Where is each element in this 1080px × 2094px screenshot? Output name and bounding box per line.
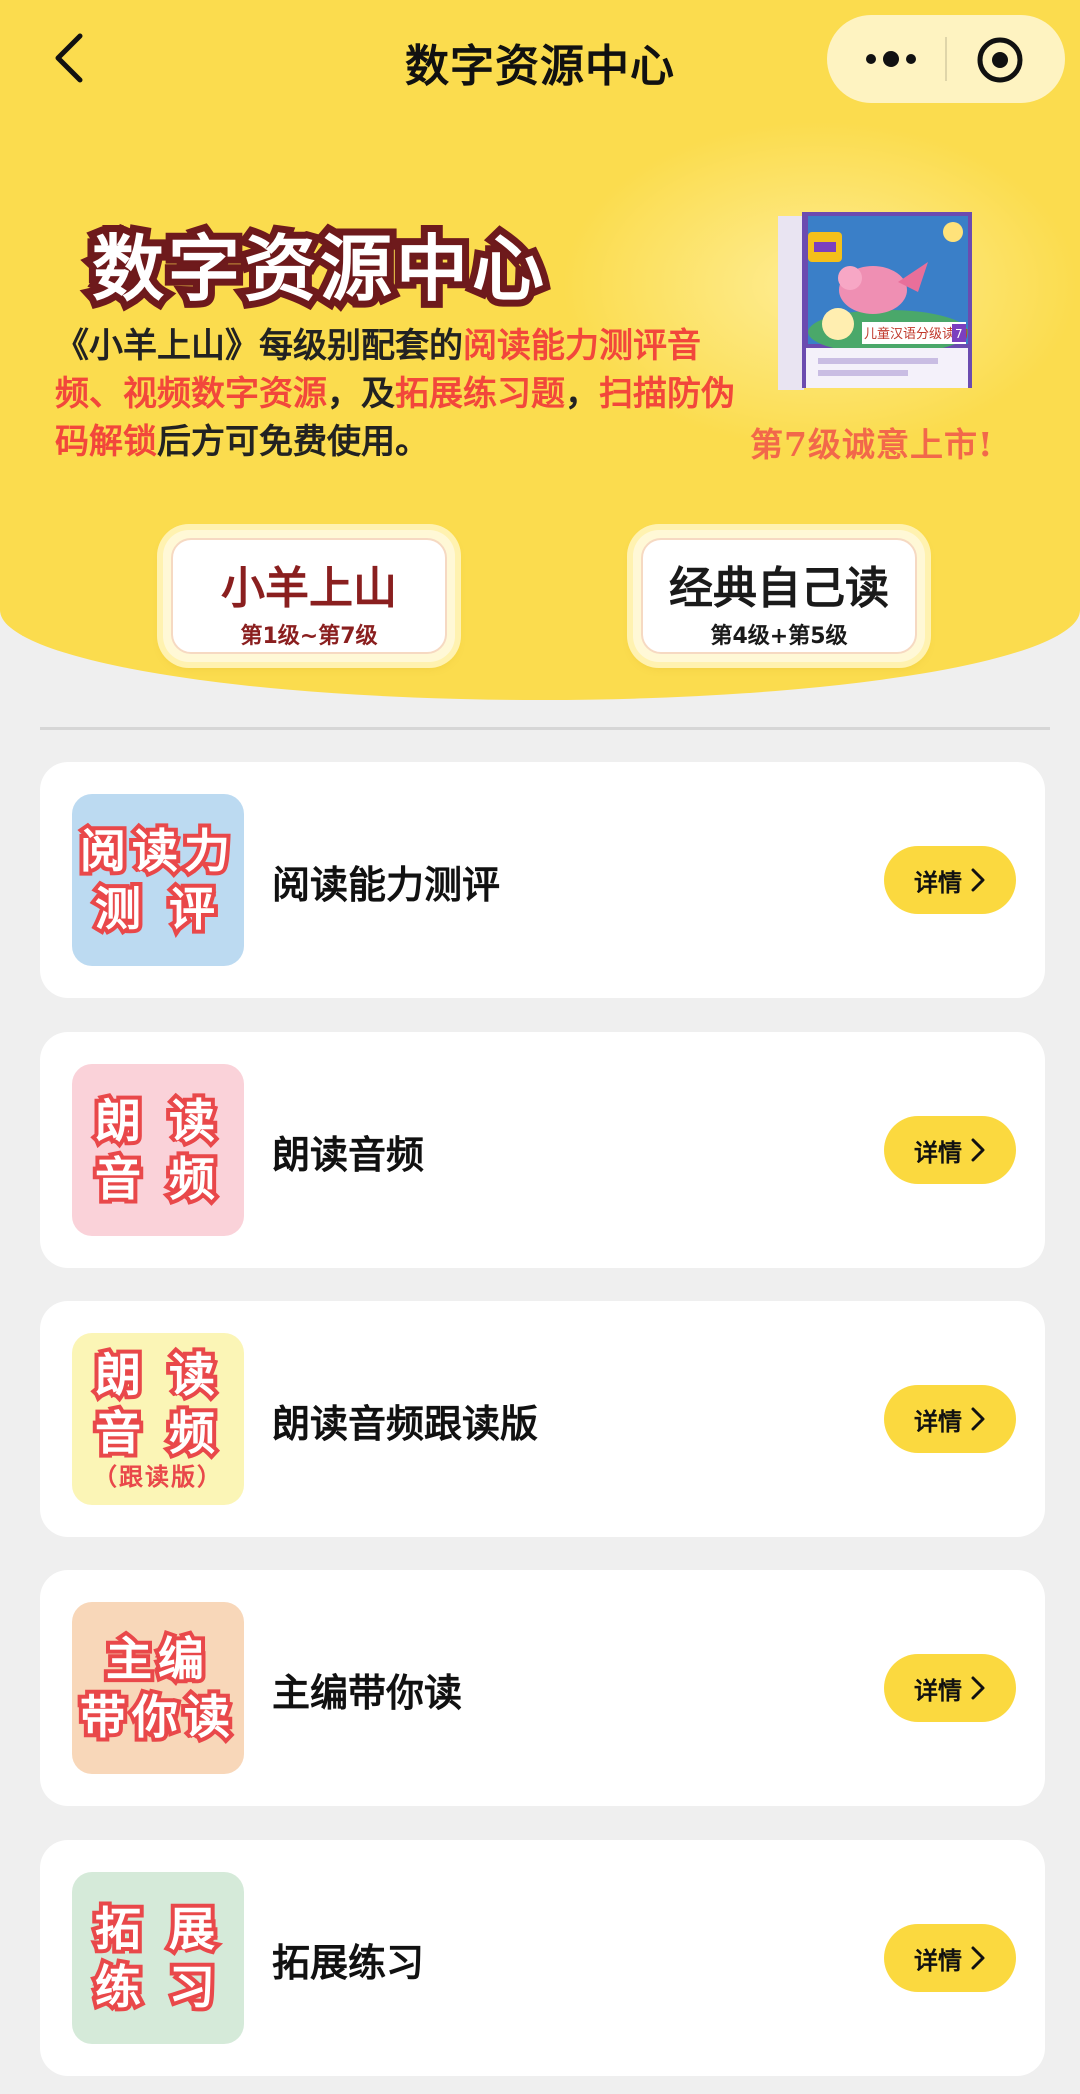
- series-xiaoyang-button[interactable]: 小羊上山 第1级~第7级: [163, 530, 455, 662]
- chevron-right-icon: [971, 868, 985, 892]
- mini-program-capsule: [827, 15, 1065, 103]
- resource-card[interactable]: 阅读力测 评阅读能力测评 详情: [40, 762, 1045, 998]
- icon-subtext: （跟读版）: [93, 1463, 223, 1491]
- icon-text: 带你读: [76, 1686, 236, 1748]
- resource-label: 拓展练习: [272, 1941, 425, 1985]
- series-name: 小羊上山: [221, 563, 397, 614]
- resource-label: 朗读音频: [272, 1133, 425, 1177]
- details-button-label: 详情: [914, 1138, 962, 1167]
- series-range: 第4级+第5级: [710, 624, 848, 649]
- description-text: 后方可免费使用。: [157, 422, 429, 462]
- resource-card[interactable]: 朗 读音 频（跟读版） 朗读音频跟读版 详情: [40, 1301, 1045, 1537]
- resource-card[interactable]: 主编 带你读 主编带你读 详情: [40, 1570, 1045, 1806]
- resource-card[interactable]: 拓 展练 习拓展练习 详情: [40, 1840, 1045, 2076]
- book-cover-image: 儿童汉语分级读物 7: [778, 212, 972, 390]
- chevron-right-icon: [971, 1138, 985, 1162]
- icon-text: 主编: [102, 1628, 210, 1690]
- highlight-text: 拓展练习题: [395, 374, 565, 414]
- details-button[interactable]: 详情: [884, 1654, 1016, 1722]
- details-button-label: 详情: [914, 1676, 962, 1705]
- series-range: 第1级~第7级: [240, 624, 378, 649]
- description-text: ，及: [327, 374, 395, 414]
- banner-title: 数字资源中心: [85, 219, 551, 318]
- resource-card[interactable]: 朗 读音 频朗读音频 详情: [40, 1032, 1045, 1268]
- details-button[interactable]: 详情: [884, 1116, 1016, 1184]
- description-text: 《小羊上山》每级别配套的: [55, 326, 463, 366]
- section-divider: [40, 727, 1050, 730]
- series-button-inner: 小羊上山 第1级~第7级: [171, 538, 447, 654]
- resource-icon: 主编 带你读: [72, 1602, 244, 1774]
- resource-label: 朗读音频跟读版: [272, 1402, 539, 1446]
- resource-icon: 阅读力测 评: [72, 794, 244, 966]
- book-badge: 7: [955, 327, 963, 341]
- capsule-divider: [945, 37, 947, 81]
- icon-text: 音 频: [91, 1402, 221, 1464]
- series-button-inner: 经典自己读 第4级+第5级: [641, 538, 917, 654]
- nav-bar: 数字资源中心: [0, 0, 1080, 120]
- series-name: 经典自己读: [669, 563, 889, 614]
- close-target-icon[interactable]: [975, 35, 1025, 85]
- details-button-label: 详情: [914, 868, 962, 897]
- chevron-right-icon: [971, 1946, 985, 1970]
- icon-text: 练 习: [91, 1956, 221, 2018]
- icon-text: 拓 展: [91, 1898, 221, 1960]
- chevron-right-icon: [971, 1407, 985, 1431]
- details-button[interactable]: 详情: [884, 1924, 1016, 1992]
- details-button-label: 详情: [914, 1946, 962, 1975]
- resource-label: 阅读能力测评: [272, 863, 501, 907]
- icon-text: 朗 读: [91, 1344, 221, 1406]
- details-button[interactable]: 详情: [884, 1385, 1016, 1453]
- details-button[interactable]: 详情: [884, 846, 1016, 914]
- icon-text: 朗 读: [91, 1090, 221, 1152]
- details-button-label: 详情: [914, 1407, 962, 1436]
- hero-banner: 数字资源中心 数字资源中心 《小羊上山》每级别配套的阅读能力测评音频、视频数字资…: [0, 0, 1080, 700]
- more-icon[interactable]: [861, 43, 921, 75]
- icon-text: 音 频: [91, 1148, 221, 1210]
- icon-text: 阅读力: [76, 820, 236, 882]
- resource-icon: 朗 读音 频（跟读版）: [72, 1333, 244, 1505]
- resource-icon: 朗 读音 频: [72, 1064, 244, 1236]
- resource-icon: 拓 展练 习: [72, 1872, 244, 2044]
- banner-description: 《小羊上山》每级别配套的阅读能力测评音频、视频数字资源，及拓展练习题，扫描防伪码…: [55, 322, 755, 466]
- series-classic-button[interactable]: 经典自己读 第4级+第5级: [633, 530, 925, 662]
- description-text: ，: [565, 374, 599, 414]
- chevron-right-icon: [971, 1676, 985, 1700]
- icon-text: 测 评: [91, 878, 221, 940]
- resource-label: 主编带你读: [272, 1671, 463, 1715]
- launch-notice: 第7级诚意上市!: [750, 425, 994, 464]
